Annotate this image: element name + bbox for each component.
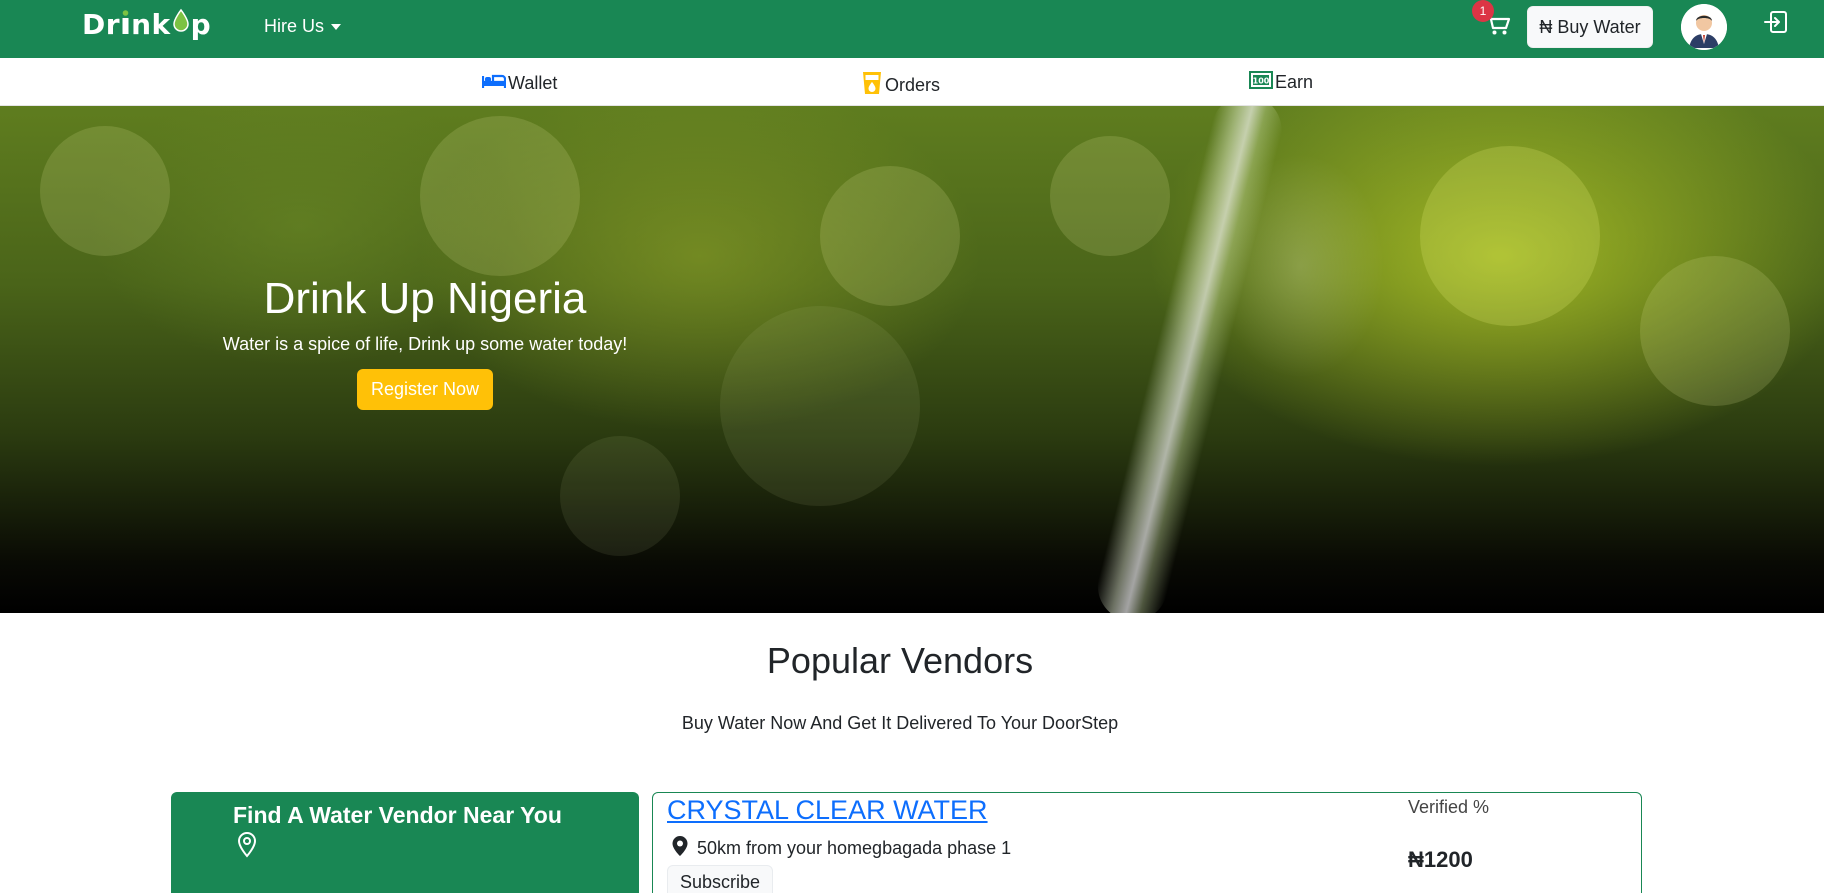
hire-us-dropdown[interactable]: Hire Us (264, 16, 342, 37)
buy-water-button[interactable]: ₦ Buy Water (1527, 6, 1653, 48)
subnav-item-wallet[interactable]: Wallet (481, 70, 558, 97)
logo-i-glyph (121, 8, 130, 41)
bokeh-light (820, 166, 960, 306)
find-vendor-title: Find A Water Vendor Near You (233, 802, 562, 828)
bokeh-light (420, 116, 580, 276)
logout-icon[interactable] (1762, 8, 1790, 36)
find-vendor-card[interactable]: Find A Water Vendor Near You (171, 792, 639, 893)
water-drop-icon (172, 8, 190, 41)
top-navbar: Dr nk p Hire Us 1 ₦ Buy Water (0, 0, 1824, 58)
verified-label: Verified % (1408, 797, 1490, 817)
vendor-distance-text: 50km from your homegbagada phase 1 (697, 838, 1012, 858)
subscribe-button[interactable]: Subscribe (667, 865, 774, 893)
bokeh-light (560, 436, 680, 556)
popular-vendors-title: Popular Vendors (766, 640, 1034, 681)
cart-count-badge: 1 (1472, 0, 1494, 22)
location-pin-icon (237, 831, 257, 858)
subnav-item-label: Earn (1275, 72, 1314, 92)
secondary-navbar: Wallet Orders 100 Earn (0, 58, 1824, 106)
logo-text: p (190, 8, 212, 41)
cup-icon (861, 70, 883, 101)
vendor-card: CRYSTAL CLEAR WATER 50km from your homeg… (652, 792, 1642, 893)
subnav-item-earn[interactable]: 100 Earn (1249, 70, 1313, 95)
popular-vendors-subtitle: Buy Water Now And Get It Delivered To Yo… (681, 713, 1119, 733)
geo-pin-icon (671, 835, 689, 862)
bokeh-light (40, 126, 170, 256)
subnav-item-label: Wallet (508, 73, 558, 93)
hero-banner: Drink Up Nigeria Water is a spice of lif… (0, 106, 1824, 613)
bokeh-light (1640, 256, 1790, 406)
cash-icon: 100 (1249, 70, 1273, 95)
logo-text: nk (131, 8, 171, 41)
vendor-distance: 50km from your homegbagada phase 1 (671, 835, 1011, 862)
drinkup-logo[interactable]: Dr nk p (82, 8, 211, 41)
hero-content: Drink Up Nigeria Water is a spice of lif… (200, 274, 650, 410)
bokeh-light (720, 306, 920, 506)
svg-text:100: 100 (1253, 77, 1270, 86)
hero-subtitle: Water is a spice of life, Drink up some … (222, 334, 628, 354)
bed-icon (481, 70, 507, 97)
register-now-button[interactable]: Register Now (356, 369, 494, 410)
logo-text: Dr (82, 8, 121, 41)
caret-down-icon (331, 23, 342, 30)
bokeh-light (1420, 146, 1600, 326)
vendor-price: ₦1200 (1408, 847, 1473, 872)
user-avatar[interactable] (1681, 4, 1727, 50)
subnav-item-label: Orders (885, 75, 941, 95)
bokeh-light (1050, 136, 1170, 256)
vendor-name-link[interactable]: CRYSTAL CLEAR WATER (667, 795, 988, 826)
subnav-item-orders[interactable]: Orders (861, 70, 940, 101)
hero-title: Drink Up Nigeria (263, 274, 587, 323)
hire-us-label: Hire Us (264, 16, 325, 36)
